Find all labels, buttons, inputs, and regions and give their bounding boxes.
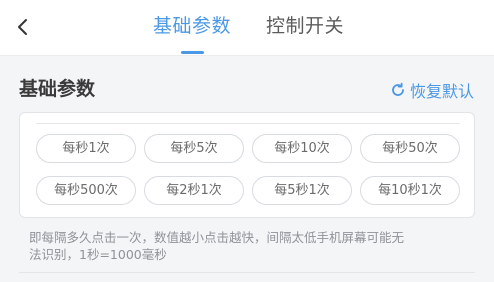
click-interval-card: 每秒1次 每秒5次 每秒10次 每秒50次 每秒500次 每2秒1次 每5秒1次… — [19, 112, 475, 218]
option-1-per-2-seconds[interactable]: 每2秒1次 — [144, 176, 244, 205]
interval-description: 即每隔多久点击一次，数值越小点击越快，间隔太低手机屏幕可能无 法识别，1秒=10… — [29, 229, 469, 263]
description-line-1: 即每隔多久点击一次，数值越小点击越快，间隔太低手机屏幕可能无 — [29, 230, 405, 245]
option-1-per-second[interactable]: 每秒1次 — [36, 134, 136, 163]
option-10-per-second[interactable]: 每秒10次 — [252, 134, 352, 163]
chevron-left-icon — [18, 19, 27, 35]
option-5-per-second[interactable]: 每秒5次 — [144, 134, 244, 163]
back-button[interactable] — [12, 16, 34, 38]
restore-defaults-button[interactable]: 恢复默认 — [390, 78, 474, 102]
option-50-per-second[interactable]: 每秒50次 — [360, 134, 460, 163]
tab-control-switches[interactable]: 控制开关 — [266, 13, 344, 39]
option-1-per-10-seconds[interactable]: 每10秒1次 — [360, 176, 460, 205]
option-500-per-second[interactable]: 每秒500次 — [36, 176, 136, 205]
restore-defaults-label: 恢复默认 — [410, 82, 475, 101]
section-title: 基础参数 — [19, 78, 96, 100]
next-section-border — [19, 272, 475, 273]
option-1-per-5-seconds[interactable]: 每5秒1次 — [252, 176, 352, 205]
active-tab-indicator — [181, 51, 204, 54]
settings-page: 基础参数 控制开关 基础参数 恢复默认 每秒1次 每秒5次 每秒10次 每秒50… — [0, 0, 494, 282]
description-line-2: 法识别，1秒=1000毫秒 — [29, 247, 167, 262]
top-tab-bar: 基础参数 控制开关 — [0, 0, 494, 56]
card-divider — [36, 123, 460, 124]
tab-basic-params[interactable]: 基础参数 — [153, 13, 231, 39]
refresh-icon — [392, 82, 404, 96]
